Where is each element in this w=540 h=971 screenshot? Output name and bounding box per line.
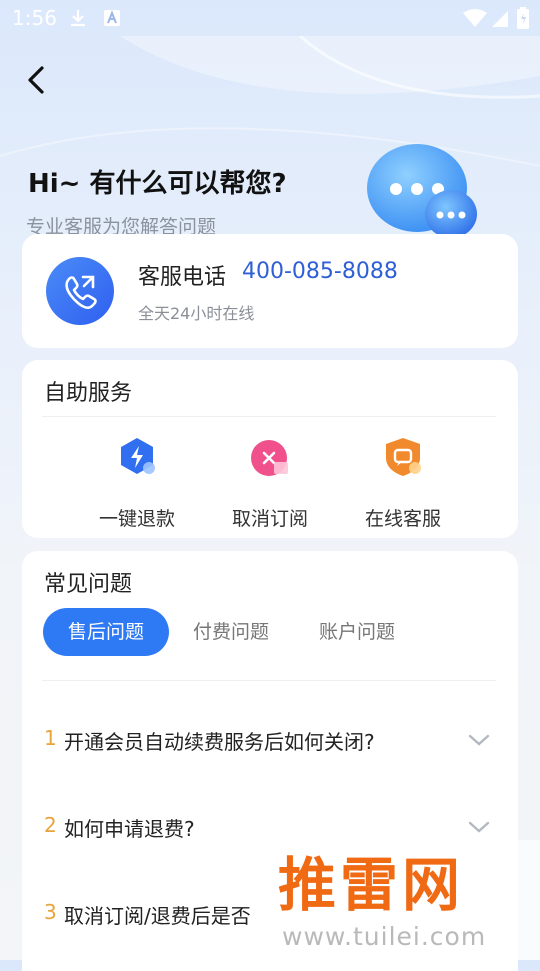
chevron-down-icon [468, 734, 490, 746]
tab-after-sales[interactable]: 售后问题 [43, 608, 169, 656]
hotline-hours: 全天24小时在线 [138, 304, 255, 323]
refund-service-label: 一键退款 [98, 508, 175, 530]
faq-item-number: 3 [44, 900, 57, 924]
tab-payment[interactable]: 付费问题 [193, 608, 269, 656]
cancel-subscription-service[interactable]: 取消订阅 [210, 426, 330, 530]
hotline-label: 客服电话 [138, 265, 227, 290]
refund-service[interactable]: 一键退款 [77, 426, 197, 530]
faq-title: 常见问题 [44, 572, 133, 597]
back-arrow-icon[interactable] [20, 60, 52, 100]
self-service-title: 自助服务 [44, 381, 133, 406]
download-icon [71, 10, 85, 27]
self-service-divider [42, 416, 496, 417]
online-support-label: 在线客服 [364, 508, 441, 530]
battery-icon [517, 7, 529, 29]
status-time: 1:56 [12, 6, 57, 30]
status-bar: 1:56 [0, 0, 540, 36]
tab-account[interactable]: 账户问题 [319, 608, 395, 656]
faq-item-number: 2 [44, 813, 57, 837]
phone-call-button[interactable] [46, 257, 114, 325]
phone-icon [65, 275, 97, 309]
faq-item-question: 取消订阅/退费后是否 [64, 904, 251, 928]
watermark-url: www.tuilei.com [282, 922, 487, 951]
chat-bubbles-illustration [367, 144, 477, 238]
faq-item-question: 开通会员自动续费服务后如何关闭? [64, 730, 375, 754]
faq-item-number: 1 [44, 726, 57, 750]
chevron-down-icon [468, 821, 490, 833]
chat-support-icon [386, 438, 421, 476]
hotline-number[interactable]: 400-085-8088 [242, 259, 398, 284]
page-title: Hi~ 有什么可以帮您? [28, 169, 287, 199]
wifi-icon [463, 9, 487, 27]
lightning-refund-icon [121, 438, 155, 474]
faq-item[interactable]: 1 开通会员自动续费服务后如何关闭? [42, 722, 498, 758]
watermark-brand: 推雷网 [278, 851, 465, 919]
cancel-subscription-icon [251, 440, 288, 476]
faq-divider [42, 680, 496, 681]
faq-item-question: 如何申请退费? [64, 817, 195, 841]
cancel-subscription-label: 取消订阅 [231, 508, 308, 530]
signal-icon [492, 11, 508, 27]
online-support-service[interactable]: 在线客服 [343, 426, 463, 530]
app-a-icon [104, 10, 120, 26]
